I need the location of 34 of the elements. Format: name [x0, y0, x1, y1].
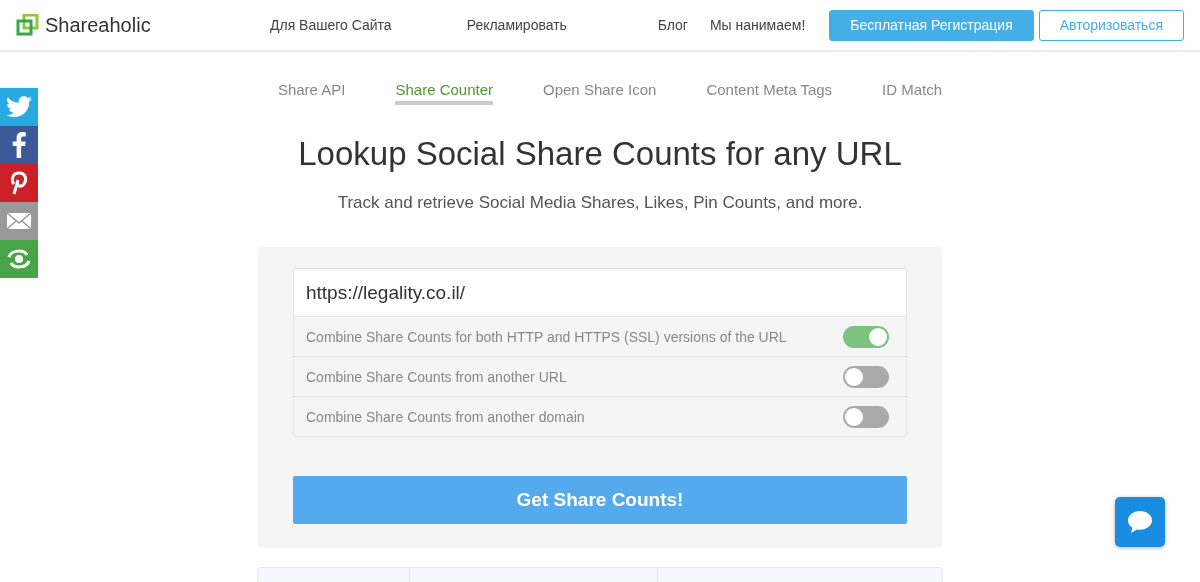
tab[interactable]: Open Share Icon	[543, 81, 657, 105]
option-label: Combine Share Counts from another domain	[306, 408, 585, 425]
bird-icon	[6, 96, 32, 118]
nav-link[interactable]: Мы нанимаем!	[709, 17, 806, 33]
email-share-button[interactable]	[0, 202, 38, 240]
f-letter-icon	[12, 132, 26, 158]
url-field[interactable]: https://legality.co.il/	[294, 269, 906, 316]
p-letter-icon	[9, 170, 29, 196]
nav-link[interactable]: Для Вашего Сайта	[270, 17, 392, 33]
logo-icon	[16, 14, 40, 36]
more-share-button[interactable]	[0, 240, 38, 278]
nav-link[interactable]: Рекламировать	[466, 17, 567, 33]
toggle-switch[interactable]	[843, 405, 889, 428]
get-share-counts-button[interactable]: Get Share Counts!	[293, 476, 907, 524]
pinterest-share-button[interactable]	[0, 164, 38, 202]
chat-button[interactable]	[1115, 497, 1165, 547]
tab[interactable]: ID Match	[882, 81, 943, 105]
speech-bubble-icon	[1127, 510, 1153, 534]
option-label: Combine Share Counts from another URL	[306, 368, 567, 385]
nav-link[interactable]: Блог	[657, 17, 688, 33]
logo-text: Shareaholic	[45, 13, 151, 37]
tab[interactable]: Share Counter	[395, 81, 493, 105]
tab[interactable]: Share API	[277, 81, 346, 105]
option-label: Combine Share Counts for both HTTP and HTTPS (SSL) versions of the URL	[306, 328, 787, 345]
toggle-switch[interactable]	[843, 365, 889, 388]
tab[interactable]: Content Meta Tags	[706, 81, 833, 105]
signup-button[interactable]: Бесплатная Регистрация	[829, 9, 1034, 41]
envelope-icon	[6, 212, 32, 230]
page-title: Lookup Social Share Counts for any URL	[298, 135, 902, 173]
toggle-switch[interactable]	[843, 325, 889, 348]
login-button[interactable]: Авторизоваться	[1038, 9, 1184, 41]
share-arrows-icon	[6, 248, 32, 270]
facebook-share-button[interactable]	[0, 126, 38, 164]
page-subtitle: Track and retrieve Social Media Shares, Likes, Pin Counts, and more.	[337, 193, 863, 213]
